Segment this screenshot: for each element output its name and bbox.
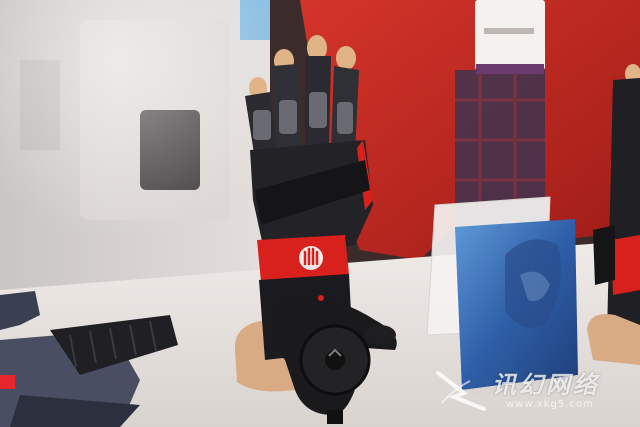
hand-logo-icon xyxy=(299,246,323,270)
watermark-logo-icon xyxy=(436,371,486,411)
toy-gun xyxy=(0,291,178,427)
vive-tracker-puck xyxy=(272,295,397,424)
second-gloved-hand-partial xyxy=(587,64,640,365)
name-badge xyxy=(475,0,545,70)
watermark-text: 讯幻网络 xyxy=(492,370,600,399)
photo-scene: 讯幻网络 www.xkg5.com xyxy=(0,0,640,427)
watermark-url: www.xkg5.com xyxy=(506,399,594,410)
gloved-mannequin-hand xyxy=(234,35,397,424)
site-watermark: 讯幻网络 www.xkg5.com xyxy=(434,363,634,419)
